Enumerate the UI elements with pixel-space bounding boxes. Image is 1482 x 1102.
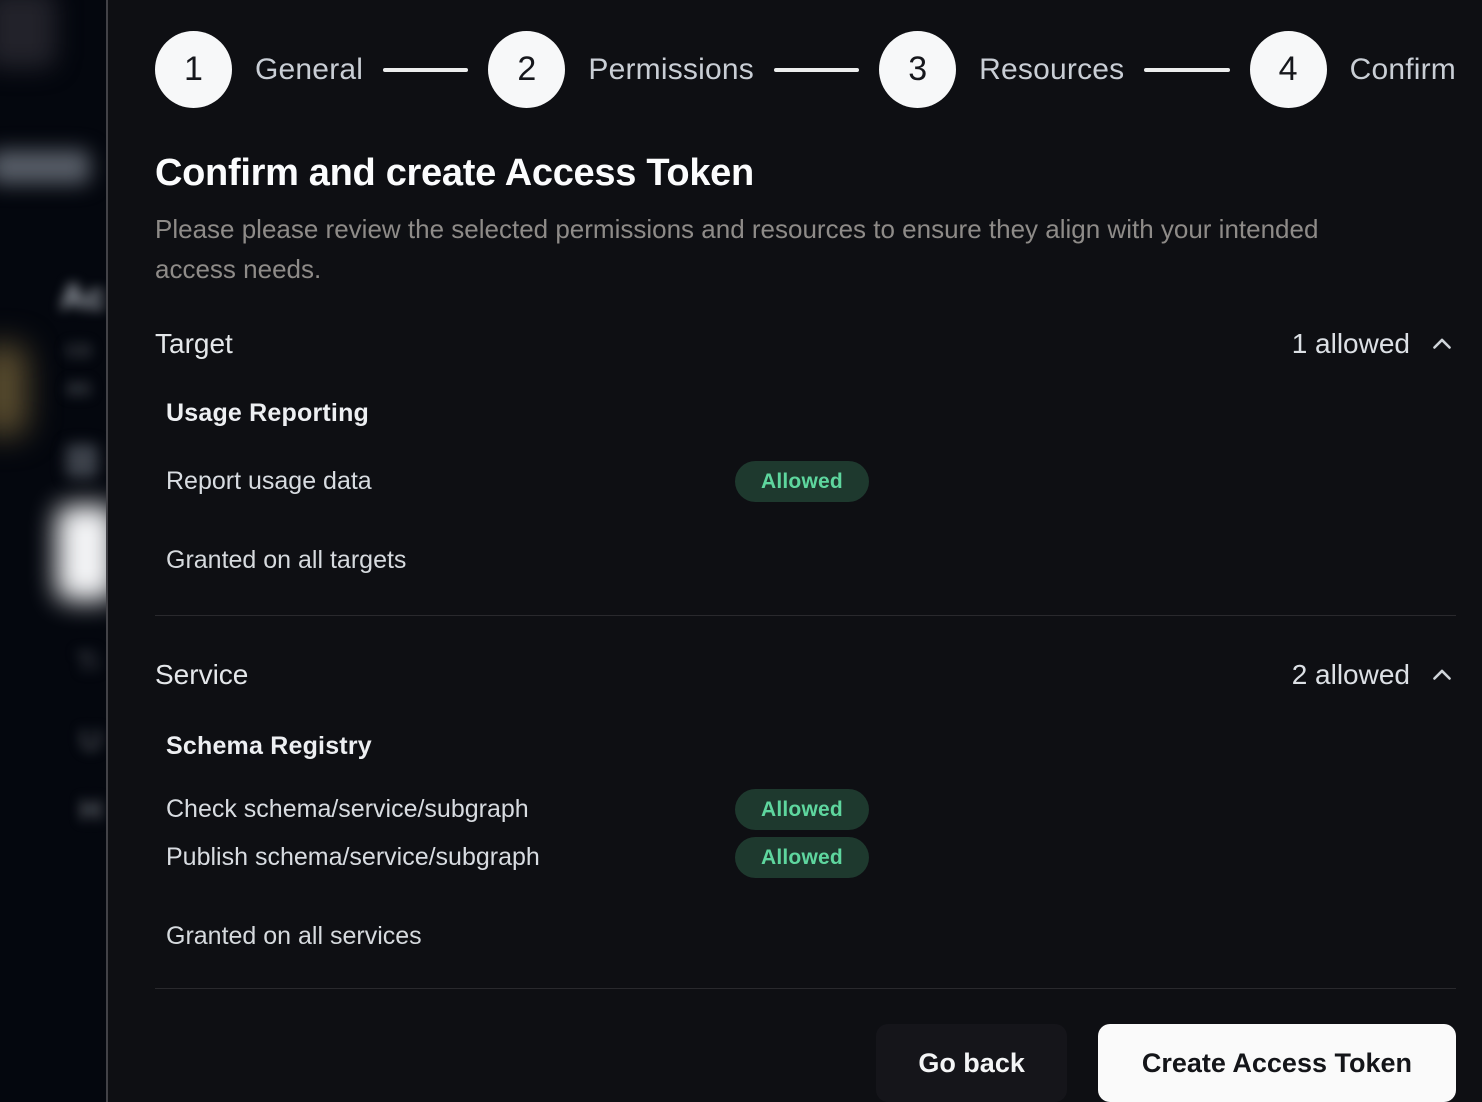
permission-row: Publish schema/service/subgraph Allowed: [166, 837, 1456, 878]
target-section-header: Target 1 allowed: [155, 327, 1456, 361]
permission-label: Report usage data: [166, 467, 735, 496]
allowed-badge: Allowed: [735, 837, 869, 878]
section-divider: [155, 615, 1456, 616]
target-collapse-toggle[interactable]: 1 allowed: [1292, 328, 1456, 360]
blurred-paragraph-text: as: [66, 374, 91, 402]
service-permission-group: Schema Registry Check schema/service/sub…: [166, 692, 1456, 878]
modal-footer: Go back Create Access Token: [155, 1024, 1456, 1102]
service-section-title: Service: [155, 659, 248, 691]
chevron-up-icon: [1428, 330, 1456, 358]
blurred-breadcrumb: [0, 150, 90, 184]
service-granted-note: Granted on all services: [166, 922, 1456, 951]
permission-label: Check schema/service/subgraph: [166, 795, 735, 824]
step-permissions[interactable]: 2 Permissions: [488, 31, 754, 108]
blurred-icon: [66, 444, 98, 478]
step-3-label: Resources: [979, 53, 1124, 87]
background-page: Ac co as Ti U H: [0, 0, 106, 1102]
go-back-button[interactable]: Go back: [876, 1024, 1067, 1102]
step-resources[interactable]: 3 Resources: [879, 31, 1124, 108]
step-3-circle: 3: [879, 31, 956, 108]
step-1-label: General: [255, 53, 363, 87]
permission-row: Report usage data Allowed: [166, 461, 1456, 502]
step-4-label: Confirm: [1350, 53, 1456, 87]
blurred-logo: [0, 0, 56, 68]
group-heading: Usage Reporting: [166, 399, 1456, 428]
target-section-title: Target: [155, 328, 233, 360]
step-4-circle: 4: [1250, 31, 1327, 108]
step-connector: [383, 68, 468, 72]
footer-divider: [155, 988, 1456, 989]
step-connector: [774, 68, 859, 72]
service-collapse-toggle[interactable]: 2 allowed: [1292, 659, 1456, 691]
blurred-label: Ti: [76, 646, 98, 678]
allowed-badge: Allowed: [735, 461, 869, 502]
chevron-up-icon: [1428, 661, 1456, 689]
step-2-circle: 2: [488, 31, 565, 108]
screen: Ac co as Ti U H 1 General 2 Permissions …: [0, 0, 1482, 1102]
service-section-header: Service 2 allowed: [155, 658, 1456, 692]
allowed-badge: Allowed: [735, 789, 869, 830]
permission-label: Publish schema/service/subgraph: [166, 843, 735, 872]
group-heading: Schema Registry: [166, 732, 1456, 761]
blurred-warning-banner: [0, 345, 26, 435]
create-access-token-button[interactable]: Create Access Token: [1098, 1024, 1456, 1102]
step-confirm[interactable]: 4 Confirm: [1250, 31, 1456, 108]
page-title: Confirm and create Access Token: [155, 152, 1456, 195]
step-2-label: Permissions: [588, 53, 754, 87]
page-description: Please please review the selected permis…: [155, 209, 1380, 289]
blurred-heading-text: Ac: [60, 276, 106, 318]
permission-rows: Report usage data Allowed: [166, 461, 1456, 502]
step-1-circle: 1: [155, 31, 232, 108]
blurred-label: H: [80, 794, 102, 828]
permission-rows: Check schema/service/subgraph Allowed Pu…: [166, 789, 1456, 878]
blurred-label: U: [80, 724, 102, 758]
wizard-stepper: 1 General 2 Permissions 3 Resources 4 Co…: [155, 31, 1456, 108]
target-allowed-count: 1 allowed: [1292, 328, 1410, 360]
permission-row: Check schema/service/subgraph Allowed: [166, 789, 1456, 830]
blurred-paragraph-text: co: [66, 336, 91, 364]
target-permission-group: Usage Reporting Report usage data Allowe…: [166, 361, 1456, 502]
step-general[interactable]: 1 General: [155, 31, 363, 108]
blurred-button: [56, 505, 106, 601]
target-granted-note: Granted on all targets: [166, 546, 1456, 575]
create-access-token-modal: 1 General 2 Permissions 3 Resources 4 Co…: [106, 0, 1482, 1102]
step-connector: [1144, 68, 1229, 72]
service-allowed-count: 2 allowed: [1292, 659, 1410, 691]
